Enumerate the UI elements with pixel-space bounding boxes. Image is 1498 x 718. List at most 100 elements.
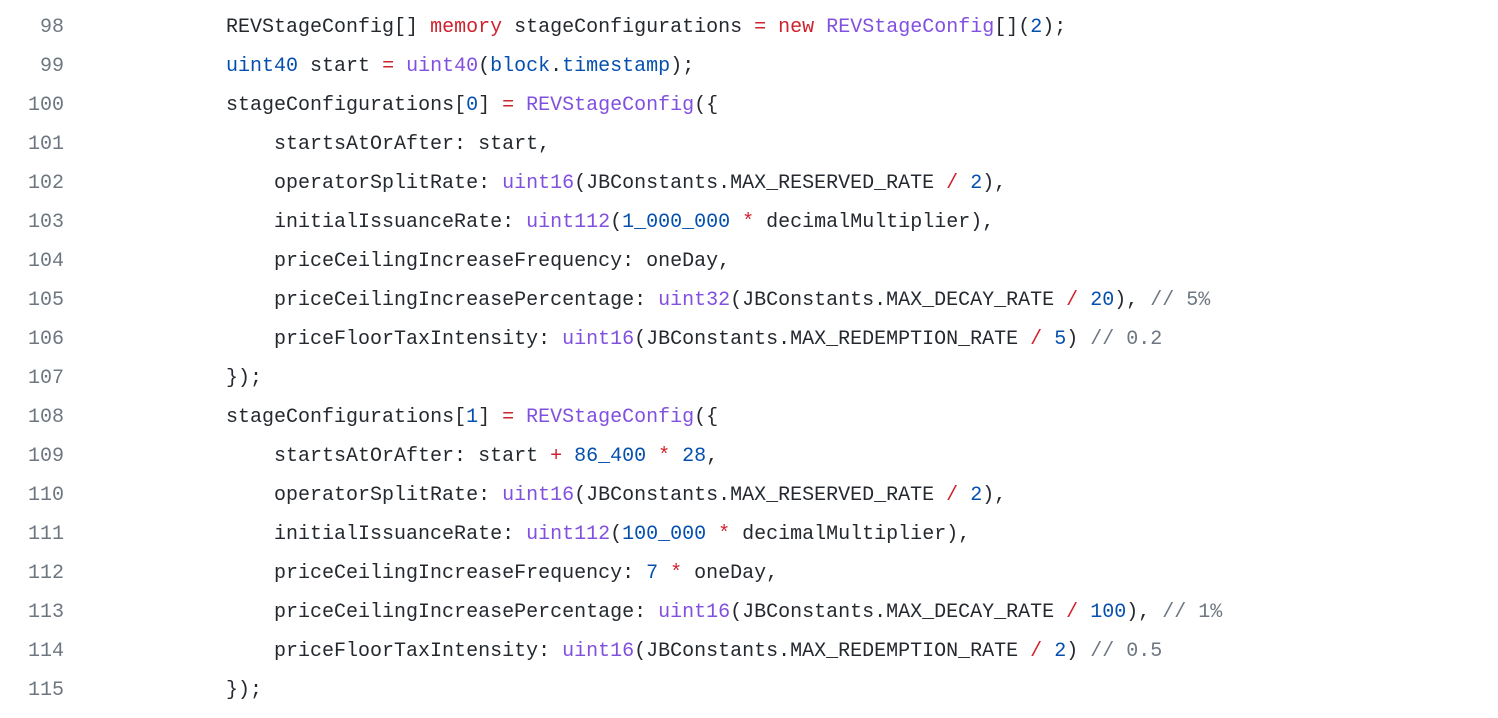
token-pl: operatorSplitRate:: [274, 172, 502, 195]
token-op: =: [754, 16, 766, 39]
token-pl: .: [550, 55, 562, 78]
token-pl: [706, 523, 718, 546]
token-pl: REVStageConfig[]: [226, 16, 430, 39]
token-pl: (: [478, 55, 490, 78]
token-kw-blue: 2: [970, 172, 982, 195]
token-pl: stageConfigurations: [502, 16, 754, 39]
token-pl: [562, 445, 574, 468]
token-pl: [1078, 289, 1090, 312]
code-line[interactable]: stageConfigurations[1] = REVStageConfig(…: [82, 398, 1498, 437]
token-fn: uint16: [562, 640, 634, 663]
token-pl: [](: [994, 16, 1030, 39]
token-kw-blue: uint40: [226, 55, 298, 78]
token-pl: (JBConstants.MAX_REDEMPTION_RATE: [634, 640, 1030, 663]
token-pl: ),: [982, 484, 1006, 507]
token-pl: ),: [982, 172, 1006, 195]
token-pl: (: [610, 523, 622, 546]
line-number: 109: [0, 437, 64, 476]
token-pl: [1078, 601, 1090, 624]
token-pl: operatorSplitRate:: [274, 484, 502, 507]
code-line[interactable]: initialIssuanceRate: uint112(1_000_000 *…: [82, 203, 1498, 242]
line-number: 110: [0, 476, 64, 515]
token-fn: uint40: [406, 55, 478, 78]
code-line[interactable]: operatorSplitRate: uint16(JBConstants.MA…: [82, 164, 1498, 203]
token-pl: ): [1066, 640, 1090, 663]
line-number: 114: [0, 632, 64, 671]
code-block: 9899100101102103104105106107108109110111…: [0, 0, 1498, 718]
token-kw-blue: 86_400: [574, 445, 646, 468]
token-cm: // 1%: [1162, 601, 1222, 624]
token-pl: [670, 445, 682, 468]
token-op: /: [1066, 601, 1078, 624]
token-kw-red: new: [778, 16, 814, 39]
line-number: 104: [0, 242, 64, 281]
token-cm: // 5%: [1150, 289, 1210, 312]
token-pl: );: [1042, 16, 1066, 39]
token-pl: priceCeilingIncreaseFrequency: oneDay,: [274, 250, 730, 273]
token-pl: ): [1066, 328, 1090, 351]
token-pl: priceFloorTaxIntensity:: [274, 640, 562, 663]
token-pl: ]: [478, 406, 502, 429]
code-line[interactable]: startsAtOrAfter: start,: [82, 125, 1498, 164]
line-number: 99: [0, 47, 64, 86]
code-content[interactable]: REVStageConfig[] memory stageConfigurati…: [82, 8, 1498, 710]
token-op: =: [382, 55, 394, 78]
code-line[interactable]: priceCeilingIncreaseFrequency: 7 * oneDa…: [82, 554, 1498, 593]
token-op: +: [550, 445, 562, 468]
token-pl: start: [298, 55, 382, 78]
line-number-gutter: 9899100101102103104105106107108109110111…: [0, 8, 82, 710]
token-op: /: [1030, 328, 1042, 351]
token-kw-blue: 28: [682, 445, 706, 468]
token-pl: (JBConstants.MAX_REDEMPTION_RATE: [634, 328, 1030, 351]
token-pl: [814, 16, 826, 39]
token-pl: decimalMultiplier),: [730, 523, 970, 546]
token-pl: [766, 16, 778, 39]
code-line[interactable]: uint40 start = uint40(block.timestamp);: [82, 47, 1498, 86]
token-pl: startsAtOrAfter: start: [274, 445, 550, 468]
code-line[interactable]: stageConfigurations[0] = REVStageConfig(…: [82, 86, 1498, 125]
token-pl: (JBConstants.MAX_RESERVED_RATE: [574, 484, 946, 507]
code-line[interactable]: priceFloorTaxIntensity: uint16(JBConstan…: [82, 320, 1498, 359]
token-pl: });: [226, 679, 262, 702]
token-pl: decimalMultiplier),: [754, 211, 994, 234]
token-kw-blue: 100_000: [622, 523, 706, 546]
token-pl: [658, 562, 670, 585]
code-line[interactable]: priceFloorTaxIntensity: uint16(JBConstan…: [82, 632, 1498, 671]
line-number: 107: [0, 359, 64, 398]
token-pl: ,: [706, 445, 718, 468]
token-kw-blue: 2: [1030, 16, 1042, 39]
line-number: 98: [0, 8, 64, 47]
code-line[interactable]: startsAtOrAfter: start + 86_400 * 28,: [82, 437, 1498, 476]
token-pl: priceCeilingIncreasePercentage:: [274, 601, 658, 624]
token-pl: priceFloorTaxIntensity:: [274, 328, 562, 351]
token-pl: ]: [478, 94, 502, 117]
token-fn: uint16: [562, 328, 634, 351]
line-number: 111: [0, 515, 64, 554]
token-pl: });: [226, 367, 262, 390]
code-line[interactable]: });: [82, 671, 1498, 710]
token-pl: oneDay,: [682, 562, 778, 585]
line-number: 106: [0, 320, 64, 359]
token-kw-blue: 2: [970, 484, 982, 507]
token-kw-blue: 2: [1054, 640, 1066, 663]
line-number: 101: [0, 125, 64, 164]
code-line[interactable]: REVStageConfig[] memory stageConfigurati…: [82, 8, 1498, 47]
code-line[interactable]: initialIssuanceRate: uint112(100_000 * d…: [82, 515, 1498, 554]
token-op: =: [502, 94, 514, 117]
token-pl: [646, 445, 658, 468]
token-pl: [730, 211, 742, 234]
token-op: /: [946, 172, 958, 195]
code-line[interactable]: priceCeilingIncreasePercentage: uint32(J…: [82, 281, 1498, 320]
token-fn: uint16: [658, 601, 730, 624]
code-line[interactable]: priceCeilingIncreasePercentage: uint16(J…: [82, 593, 1498, 632]
code-line[interactable]: priceCeilingIncreaseFrequency: oneDay,: [82, 242, 1498, 281]
token-pl: );: [670, 55, 694, 78]
token-pl: stageConfigurations[: [226, 94, 466, 117]
line-number: 102: [0, 164, 64, 203]
line-number: 113: [0, 593, 64, 632]
token-pl: initialIssuanceRate:: [274, 523, 526, 546]
code-line[interactable]: operatorSplitRate: uint16(JBConstants.MA…: [82, 476, 1498, 515]
token-fn: REVStageConfig: [526, 406, 694, 429]
line-number: 112: [0, 554, 64, 593]
code-line[interactable]: });: [82, 359, 1498, 398]
